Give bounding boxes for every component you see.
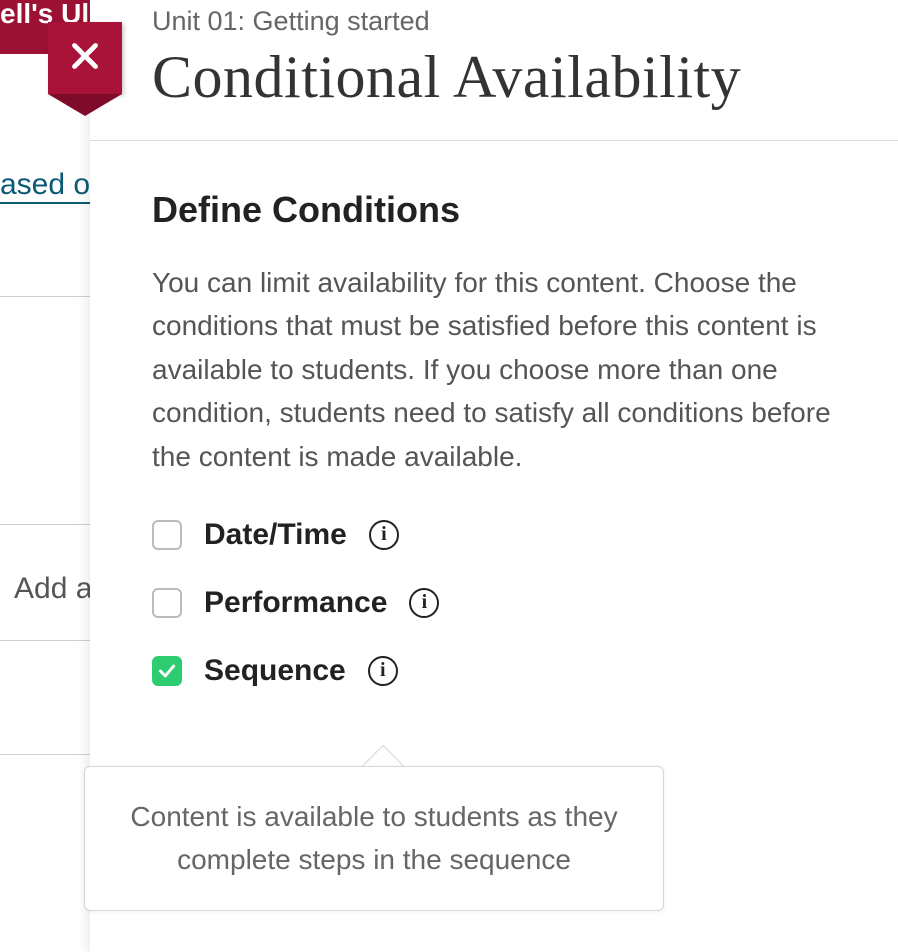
page-title: Conditional Availability bbox=[90, 37, 898, 140]
section-description: You can limit availability for this cont… bbox=[152, 261, 858, 478]
checkbox-sequence[interactable] bbox=[152, 656, 182, 686]
condition-label: Sequence bbox=[204, 654, 346, 688]
bg-add-text: Add a bbox=[14, 572, 92, 606]
condition-sequence: Sequence i bbox=[152, 654, 858, 688]
condition-label: Performance bbox=[204, 586, 387, 620]
section-heading: Define Conditions bbox=[152, 189, 858, 231]
condition-label: Date/Time bbox=[204, 518, 347, 552]
info-icon[interactable]: i bbox=[409, 588, 439, 618]
bg-divider bbox=[0, 296, 95, 297]
checkbox-date-time[interactable] bbox=[152, 520, 182, 550]
tooltip-text: Content is available to students as they… bbox=[130, 801, 617, 875]
checkbox-performance[interactable] bbox=[152, 588, 182, 618]
condition-date-time: Date/Time i bbox=[152, 518, 858, 552]
tooltip-sequence: Content is available to students as they… bbox=[84, 766, 664, 911]
close-button[interactable] bbox=[48, 22, 122, 94]
condition-performance: Performance i bbox=[152, 586, 858, 620]
bg-divider bbox=[0, 754, 95, 755]
bg-divider bbox=[0, 640, 95, 641]
background-page: ell's Ul ased on Add a bbox=[0, 0, 95, 952]
info-icon[interactable]: i bbox=[369, 520, 399, 550]
info-icon[interactable]: i bbox=[368, 656, 398, 686]
bg-divider bbox=[0, 524, 95, 525]
close-icon bbox=[67, 38, 103, 79]
breadcrumb: Unit 01: Getting started bbox=[90, 0, 898, 37]
define-conditions-section: Define Conditions You can limit availabi… bbox=[90, 141, 898, 688]
checkmark-icon bbox=[157, 661, 177, 681]
